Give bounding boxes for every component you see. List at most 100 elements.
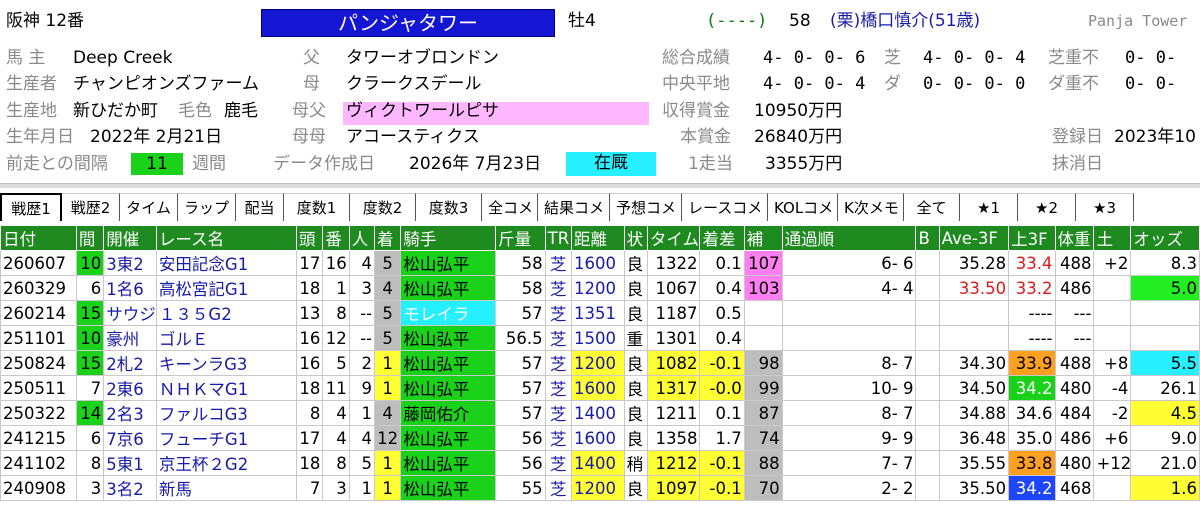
central-flat-record: 4- 0- 0- 4 — [763, 74, 866, 94]
table-row[interactable]: 250824 15 2札2 キーンラG3 16 5 2 1 松山弘平 57 芝 1200 良 1082 -0… — [0, 350, 1200, 376]
interval-label: 前走との間隔 — [6, 154, 108, 174]
data-date: 2026年 7月23日 — [409, 154, 542, 174]
column-header[interactable]: TR — [544, 225, 572, 251]
cell-time: 1082 — [646, 350, 701, 376]
table-row[interactable]: 240908 3 3名2 新馬 7 3 1 1 松山弘平 55 芝 1200 良 1097 -0.1 70 2-… — [0, 475, 1200, 501]
cell-pop: 4 — [348, 425, 375, 451]
tab-13[interactable]: KOLコメ — [768, 193, 838, 221]
column-header[interactable]: レース名 — [155, 225, 298, 251]
cell-time: 1097 — [646, 475, 701, 501]
dam-label: 母 — [303, 74, 320, 94]
tab-3[interactable]: タイム — [120, 193, 178, 221]
tab-9[interactable]: 全コメ — [482, 193, 538, 221]
cell-wt: 486 — [1054, 275, 1095, 301]
tab-11[interactable]: 予想コメ — [610, 193, 682, 221]
tab-17[interactable]: ★2 — [1018, 193, 1076, 221]
column-header[interactable]: 日付 — [0, 225, 77, 251]
column-header[interactable]: 通過順 — [781, 225, 917, 251]
column-header[interactable]: タイム — [646, 225, 701, 251]
cell-ho: 98 — [743, 350, 783, 376]
column-header[interactable]: 番 — [322, 225, 350, 251]
status-badge: 在厩 — [566, 152, 656, 176]
table-row[interactable]: 250322 14 2名3 ファルコG3 8 4 1 4 藤岡佑介 57 芝 1400 良 1211 0.1… — [0, 400, 1200, 426]
cell-tr: 芝 — [544, 475, 572, 501]
cell-cond: 良 — [623, 275, 648, 301]
registered-label: 登録日 — [1052, 127, 1103, 147]
column-header[interactable]: 間 — [75, 225, 105, 251]
cell-pass: 2- 2 — [781, 475, 917, 501]
column-header[interactable]: 補 — [743, 225, 783, 251]
cell-time: 1358 — [646, 425, 701, 451]
cell-odds: 9.0 — [1130, 425, 1200, 451]
column-header[interactable]: 上3F — [1008, 225, 1056, 251]
tab-8[interactable]: 度数3 — [416, 193, 482, 221]
cell-up3: ---- — [1008, 325, 1056, 351]
cell-odds: 21.0 — [1130, 450, 1200, 476]
tab-2[interactable]: 戦歴2 — [62, 193, 120, 221]
cell-ho — [743, 300, 783, 326]
table-row[interactable]: 251101 10 豪州 ゴルＥ 16 12 -- 5 松山弘平 56.5 芝 1500 重 1301 0.… — [0, 325, 1200, 351]
column-header[interactable]: 開催 — [103, 225, 157, 251]
table-row[interactable]: 260607 10 3東2 安田記念G1 17 16 4 5 松山弘平 58 芝 1600 良 1322 0… — [0, 250, 1200, 276]
tab-14[interactable]: K次メモ — [838, 193, 904, 221]
table-row[interactable]: 250511 7 2東6 ＮＨＫマG1 18 11 9 1 松山弘平 57 芝 1600 良 1317 -0… — [0, 375, 1200, 401]
column-header[interactable]: 距離 — [570, 225, 625, 251]
column-header[interactable]: Ave-3F — [938, 225, 1010, 251]
column-header[interactable]: 状 — [623, 225, 648, 251]
tab-1[interactable]: 戦歴1 — [0, 193, 62, 221]
column-header[interactable]: 土 — [1093, 225, 1132, 251]
cell-ho: 74 — [743, 425, 783, 451]
cell-diff — [1093, 300, 1132, 326]
cell-num: 4 — [322, 400, 350, 426]
tab-7[interactable]: 度数2 — [350, 193, 416, 221]
cell-place: 4 — [373, 275, 402, 301]
tab-16[interactable]: ★1 — [960, 193, 1018, 221]
venue-race: 阪神 12番 — [6, 11, 85, 31]
cell-jockey: 松山弘平 — [400, 250, 497, 276]
earnings: 10950万円 — [754, 101, 843, 121]
cell-gap: 6 — [75, 425, 105, 451]
column-header[interactable]: 体重 — [1054, 225, 1095, 251]
column-header[interactable]: 人 — [348, 225, 375, 251]
cell-ho: 70 — [743, 475, 783, 501]
cell-tr: 芝 — [544, 300, 572, 326]
tab-5[interactable]: 配当 — [236, 193, 284, 221]
tab-4[interactable]: ラップ — [178, 193, 236, 221]
horse-name[interactable]: パンジャタワー — [261, 9, 555, 37]
race-history-table: 日付間開催 レース名頭番人着騎手 斤量 TR 距離状タイム 着差補通過順 B Ave-3F 上3… — [0, 225, 1200, 501]
cell-num: 4 — [322, 425, 350, 451]
column-header[interactable]: B — [915, 225, 940, 251]
cell-wt: 484 — [1054, 400, 1095, 426]
table-row[interactable]: 241215 6 7京6 フューチG1 17 4 4 12 松山弘平 56 芝 1600 良 1358 1.… — [0, 425, 1200, 451]
tab-15[interactable]: 全て — [904, 193, 960, 221]
table-row[interactable]: 260214 15 サウジ １３５G2 13 8 -- 5 モレイラ 57 芝 1351 良 1187 0.… — [0, 300, 1200, 326]
column-header[interactable]: 頭 — [296, 225, 324, 251]
cell-kaisai: 2名3 — [103, 400, 157, 426]
column-header[interactable]: 着 — [373, 225, 402, 251]
column-header[interactable]: 着差 — [699, 225, 745, 251]
column-header[interactable]: 騎手 — [400, 225, 497, 251]
owner-label: 馬 主 — [6, 48, 46, 68]
cell-date: 260607 — [0, 250, 77, 276]
cell-pop: 9 — [348, 375, 375, 401]
damsire-label: 母父 — [292, 101, 326, 121]
table-row[interactable]: 260329 6 1名6 高松宮記G1 18 1 3 4 松山弘平 58 芝 1200 良 1067 0.4… — [0, 275, 1200, 301]
cell-heads: 17 — [296, 250, 324, 276]
cell-b — [915, 250, 940, 276]
tab-18[interactable]: ★3 — [1076, 193, 1134, 221]
column-header[interactable]: オッズ — [1130, 225, 1200, 251]
sex-age: 牡4 — [568, 11, 596, 31]
coat-label: 毛色 — [178, 101, 212, 121]
tab-12[interactable]: レースコメ — [682, 193, 768, 221]
cell-wt: --- — [1054, 300, 1095, 326]
cell-cond: 良 — [623, 475, 648, 501]
cell-time: 1187 — [646, 300, 701, 326]
table-row[interactable]: 241102 8 5東1 京王杯２G2 18 8 5 1 松山弘平 56 芝 1400 稍 1212 -0.… — [0, 450, 1200, 476]
tab-6[interactable]: 度数1 — [284, 193, 350, 221]
cell-time: 1322 — [646, 250, 701, 276]
cell-place: 1 — [373, 475, 402, 501]
cell-race: 安田記念G1 — [155, 250, 298, 276]
column-header[interactable]: 斤量 — [495, 225, 546, 251]
coat: 鹿毛 — [224, 101, 258, 121]
tab-10[interactable]: 結果コメ — [538, 193, 610, 221]
